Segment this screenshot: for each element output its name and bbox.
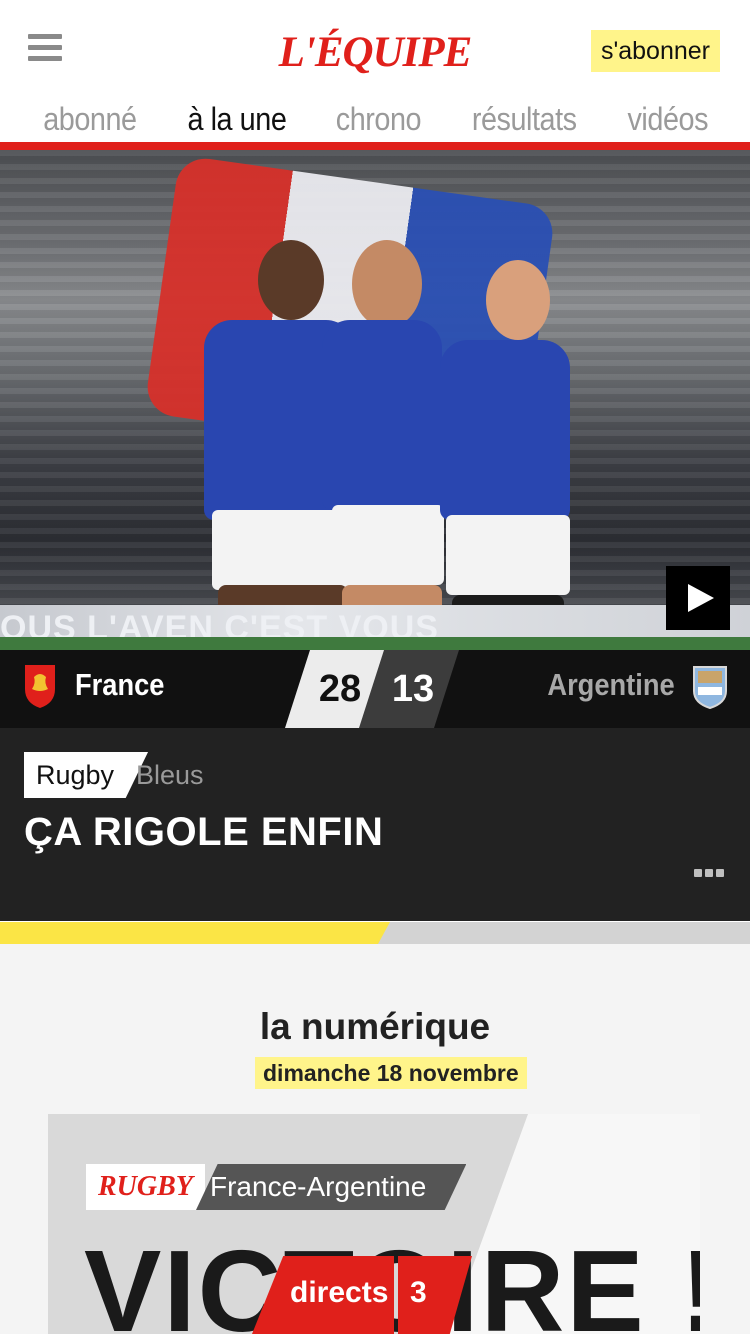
article-headline[interactable]: ÇA RIGOLE ENFIN: [24, 810, 383, 855]
tab-resultats[interactable]: résultats: [472, 96, 577, 142]
player-center: [322, 240, 452, 650]
carousel-progress: [0, 922, 750, 944]
section-tabs: abonné à la une chrono résultats vidéos: [0, 96, 750, 142]
tab-underline-bar: [0, 142, 750, 150]
hero-photo[interactable]: OUS L'AVEN C'EST VOUS: [0, 150, 750, 650]
carousel-progress-fill: [0, 922, 390, 944]
match-score-bar[interactable]: France 28 13 Argentine: [0, 650, 750, 728]
pitch: [0, 637, 750, 650]
directs-label: directs: [290, 1276, 389, 1309]
france-rugby-crest-icon: [25, 665, 55, 708]
subcategory-label[interactable]: Bleus: [136, 752, 204, 798]
subscribe-button[interactable]: s'abonner: [590, 30, 720, 72]
promo-title: la numérique: [259, 1006, 491, 1047]
logo-text[interactable]: L'ÉQUIPE: [279, 29, 473, 76]
tab-a-la-une[interactable]: à la une: [187, 96, 286, 142]
home-team-name: France: [75, 667, 165, 702]
argentina-uar-crest-icon: [693, 666, 727, 709]
tab-chrono[interactable]: chrono: [336, 96, 422, 142]
player-right: [440, 260, 580, 650]
hamburger-menu-icon[interactable]: [28, 34, 62, 62]
live-directs-button[interactable]: directs 3: [252, 1256, 472, 1334]
tab-abonne[interactable]: abonné: [43, 96, 137, 142]
play-icon[interactable]: [666, 566, 730, 630]
category-tag[interactable]: Rugby: [24, 752, 149, 798]
tab-videos[interactable]: vidéos: [627, 96, 708, 142]
directs-count-badge: 3: [410, 1276, 427, 1309]
cover-sport-tag: RUGBY: [86, 1164, 205, 1210]
home-score: 28: [318, 668, 362, 710]
cover-match-title: France-Argentine: [196, 1164, 467, 1210]
promo-date: dimanche 18 novembre: [255, 1057, 527, 1089]
away-score: 13: [391, 668, 435, 710]
more-dots-icon[interactable]: [694, 869, 724, 877]
app-header: L'ÉQUIPE s'abonner: [0, 0, 750, 100]
away-team-name: Argentine: [547, 667, 675, 702]
headline-article-card[interactable]: Rugby Bleus ÇA RIGOLE ENFIN: [0, 728, 750, 921]
